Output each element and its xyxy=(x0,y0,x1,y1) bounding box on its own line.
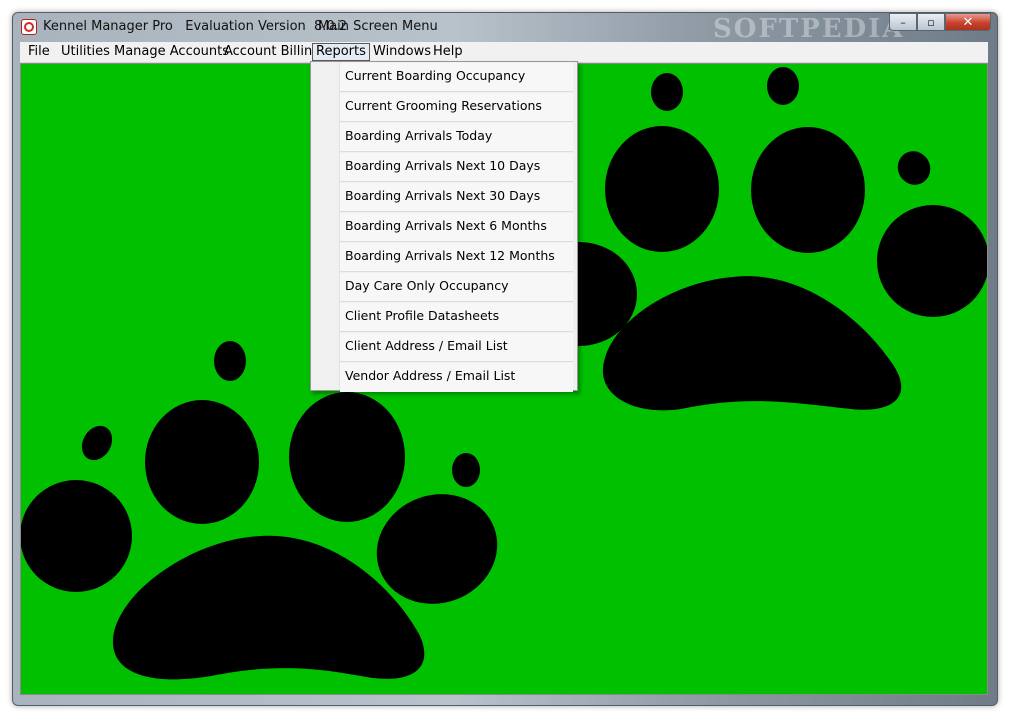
menu-manage-accounts[interactable]: Manage Accounts xyxy=(111,43,232,61)
menu-item-day-care-occupancy[interactable]: Day Care Only Occupancy xyxy=(340,273,573,302)
minimize-icon: – xyxy=(900,15,906,29)
menu-item-client-profile-datasheets[interactable]: Client Profile Datasheets xyxy=(340,303,573,332)
menu-item-current-boarding-occupancy[interactable]: Current Boarding Occupancy xyxy=(340,63,573,92)
menu-item-boarding-arrivals-12-months[interactable]: Boarding Arrivals Next 12 Months xyxy=(340,243,573,272)
minimize-button[interactable]: – xyxy=(889,13,917,31)
app-icon[interactable] xyxy=(21,19,37,35)
close-button[interactable]: ✕ xyxy=(945,13,991,31)
menu-item-boarding-arrivals-6-months[interactable]: Boarding Arrivals Next 6 Months xyxy=(340,213,573,242)
menu-item-client-address-email-list[interactable]: Client Address / Email List xyxy=(340,333,573,362)
menu-item-boarding-arrivals-10-days[interactable]: Boarding Arrivals Next 10 Days xyxy=(340,153,573,182)
menu-icon-gutter xyxy=(311,62,340,390)
maximize-icon: ▫ xyxy=(927,15,935,29)
menu-item-current-grooming-reservations[interactable]: Current Grooming Reservations xyxy=(340,93,573,122)
window-title: Kennel Manager Pro Evaluation Version 8.… xyxy=(43,19,348,34)
menu-account-billing[interactable]: Account Billing xyxy=(221,43,323,61)
title-bar[interactable]: Kennel Manager Pro Evaluation Version 8.… xyxy=(13,13,997,44)
menu-bar: File Utilities Manage Accounts Account B… xyxy=(20,42,988,63)
window-controls: – ▫ ✕ xyxy=(889,13,991,31)
watermark: SOFTPEDIA xyxy=(713,14,905,44)
menu-item-boarding-arrivals-today[interactable]: Boarding Arrivals Today xyxy=(340,123,573,152)
window-subtitle: Main Screen Menu xyxy=(318,19,438,34)
menu-windows[interactable]: Windows xyxy=(370,43,434,61)
maximize-button[interactable]: ▫ xyxy=(917,13,945,31)
menu-file[interactable]: File xyxy=(25,43,53,61)
menu-reports[interactable]: Reports xyxy=(312,43,370,61)
reports-dropdown-menu: Current Boarding Occupancy Current Groom… xyxy=(310,61,578,392)
menu-help[interactable]: Help xyxy=(430,43,466,61)
menu-item-boarding-arrivals-30-days[interactable]: Boarding Arrivals Next 30 Days xyxy=(340,183,573,212)
close-icon: ✕ xyxy=(962,14,974,30)
menu-utilities[interactable]: Utilities xyxy=(58,43,113,61)
menu-item-vendor-address-email-list[interactable]: Vendor Address / Email List xyxy=(340,363,573,392)
